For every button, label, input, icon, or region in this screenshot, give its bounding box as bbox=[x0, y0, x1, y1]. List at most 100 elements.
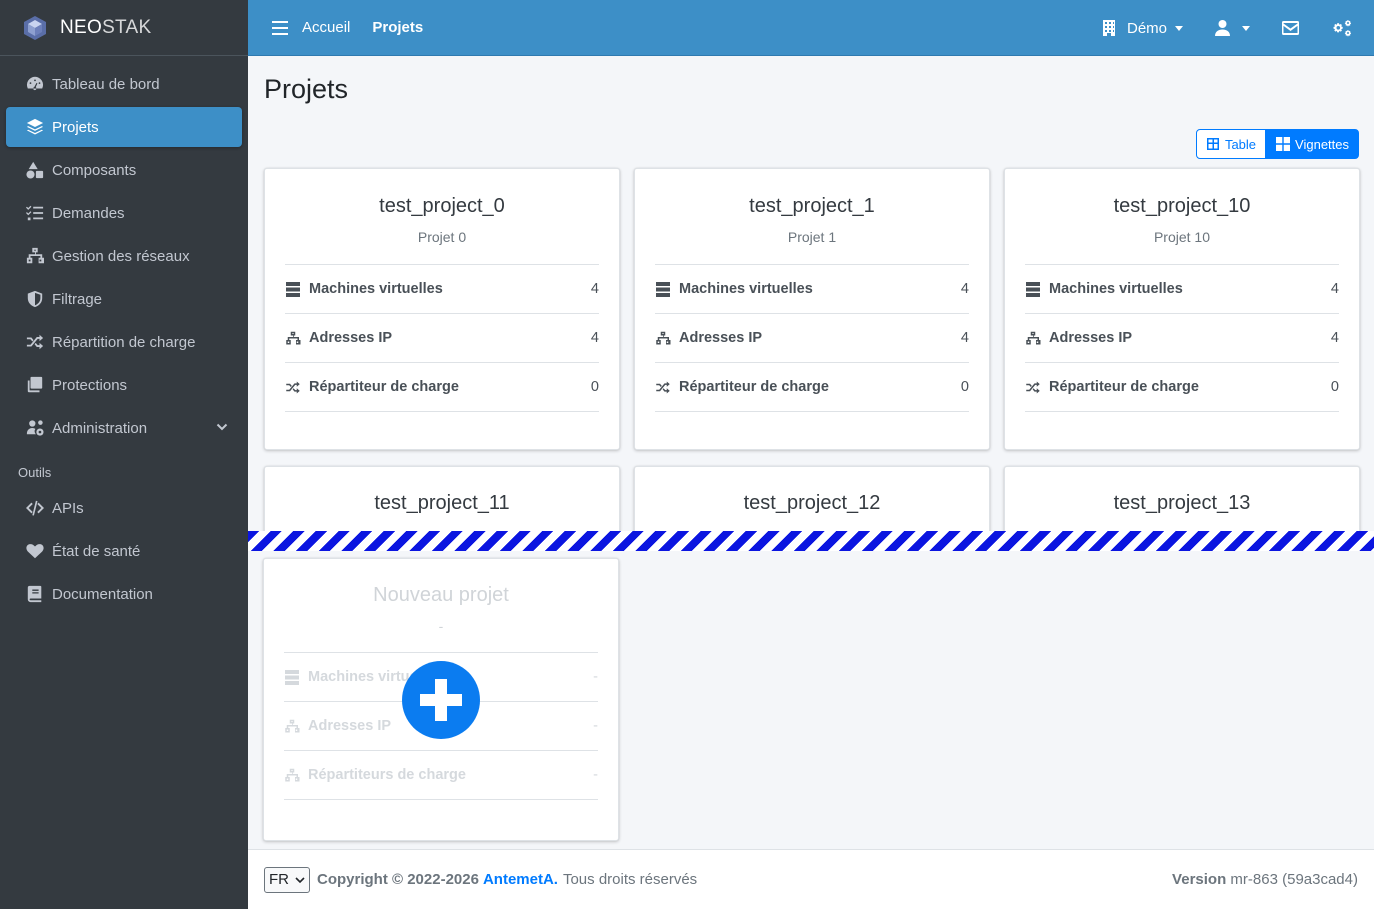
network-icon bbox=[285, 719, 300, 732]
network-icon bbox=[285, 768, 300, 781]
sidebar-item-apis[interactable]: APIs bbox=[6, 488, 242, 528]
sidebar-item-label: État de santé bbox=[52, 542, 141, 560]
stat-label: Répartiteur de charge bbox=[1049, 379, 1199, 395]
stat-label: Adresses IP bbox=[679, 330, 763, 346]
sidebar-item-projects[interactable]: Projets bbox=[6, 107, 242, 147]
table-icon bbox=[1206, 138, 1219, 150]
new-project-description: - bbox=[438, 618, 444, 634]
sidebar-item-components[interactable]: Composants bbox=[6, 150, 242, 190]
logo-cube-icon bbox=[24, 15, 46, 40]
copy-icon bbox=[24, 376, 46, 394]
footer: FR Copyright © 2022-2026 AntemetA. Tous … bbox=[248, 849, 1374, 909]
version-value: mr-863 (59a3cad4) bbox=[1230, 871, 1358, 888]
th-large-icon bbox=[1276, 137, 1291, 151]
new-project-card[interactable]: Nouveau projet - Machines virtuelles - A… bbox=[263, 558, 619, 841]
sidebar-item-load-balancing[interactable]: Répartition de charge bbox=[6, 322, 242, 362]
sidebar-item-label: Demandes bbox=[52, 204, 125, 222]
sidebar-item-label: Tableau de bord bbox=[52, 75, 160, 93]
sidebar-item-label: APIs bbox=[52, 499, 84, 517]
sidebar-item-protections[interactable]: Protections bbox=[6, 365, 242, 405]
chevron-down-icon bbox=[295, 876, 305, 883]
stat-value: 0 bbox=[1330, 379, 1339, 395]
stat-vms: Machines virtuelles 4 bbox=[285, 265, 599, 314]
project-name: test_project_10 bbox=[1113, 195, 1251, 217]
code-icon bbox=[24, 499, 46, 517]
stat-label: Adresses IP bbox=[309, 330, 393, 346]
brand-name: NEOSTAK bbox=[60, 16, 152, 38]
sidebar-item-health[interactable]: État de santé bbox=[6, 531, 242, 571]
project-card[interactable]: test_project_11 bbox=[264, 466, 620, 532]
company-link[interactable]: AntemetA. bbox=[483, 871, 558, 888]
tiles-view-button[interactable]: Vignettes bbox=[1266, 129, 1359, 159]
view-toggle: Table Vignettes bbox=[1195, 129, 1359, 159]
stat-label: Répartiteur de charge bbox=[679, 379, 829, 395]
project-card[interactable]: test_project_13 bbox=[1004, 466, 1360, 532]
random-icon bbox=[24, 333, 46, 351]
user-icon bbox=[1215, 20, 1230, 36]
organization-label: Démo bbox=[1126, 19, 1167, 37]
stat-value: 4 bbox=[1330, 281, 1339, 297]
sidebar-item-label: Répartition de charge bbox=[52, 333, 196, 351]
stat-value: - bbox=[593, 718, 598, 734]
sidebar-item-networks[interactable]: Gestion des réseaux bbox=[6, 236, 242, 276]
main-content: Projets Table Vignettes test_project_0 P… bbox=[248, 56, 1374, 849]
stat-value: 4 bbox=[1330, 330, 1339, 346]
sidebar-item-label: Projets bbox=[52, 118, 99, 136]
stat-label: Répartiteurs de charge bbox=[308, 767, 466, 783]
breadcrumb-current: Projets bbox=[372, 19, 424, 36]
stat-label: Machines virtuelles bbox=[309, 281, 443, 297]
project-card[interactable]: test_project_0 Projet 0 Machines virtuel… bbox=[264, 168, 620, 450]
tachometer-icon bbox=[24, 75, 46, 93]
stat-value: - bbox=[593, 669, 598, 685]
sidebar-item-label: Administration bbox=[52, 419, 148, 437]
table-view-button[interactable]: Table bbox=[1195, 129, 1267, 159]
sidebar-item-label: Documentation bbox=[52, 585, 153, 603]
chevron-down-icon[interactable] bbox=[216, 421, 228, 433]
layers-icon bbox=[24, 118, 46, 136]
topbar: Accueil Projets Démo bbox=[248, 0, 1374, 56]
user-dropdown[interactable] bbox=[1199, 0, 1266, 56]
cogs-icon bbox=[1333, 19, 1351, 36]
new-project-title: Nouveau projet bbox=[373, 584, 509, 606]
stat-load-balancers: Répartiteur de charge 0 bbox=[655, 363, 969, 412]
breadcrumb-home[interactable]: Accueil bbox=[302, 19, 350, 36]
server-icon bbox=[656, 281, 670, 297]
sidebar-item-documentation[interactable]: Documentation bbox=[6, 574, 242, 614]
sidebar-item-filtering[interactable]: Filtrage bbox=[6, 279, 242, 319]
rights-text: Tous droits réservés bbox=[562, 871, 698, 888]
add-project-button[interactable] bbox=[402, 661, 480, 739]
project-description: Projet 1 bbox=[787, 229, 837, 245]
stat-value: 0 bbox=[590, 379, 599, 395]
hamburger-menu-icon[interactable] bbox=[272, 20, 288, 35]
sidebar-item-label: Gestion des réseaux bbox=[52, 247, 190, 265]
sidebar-section-header: Outils bbox=[18, 465, 52, 480]
project-card[interactable]: test_project_12 bbox=[634, 466, 990, 532]
server-icon bbox=[1026, 281, 1040, 297]
project-card[interactable]: test_project_1 Projet 1 Machines virtuel… bbox=[634, 168, 990, 450]
book-icon bbox=[24, 585, 46, 603]
project-stats: Machines virtuelles 4 Adresses IP 4 Répa… bbox=[285, 264, 599, 412]
users-cog-icon bbox=[24, 419, 46, 437]
stat-ips: Adresses IP 4 bbox=[1025, 314, 1339, 363]
project-name: test_project_12 bbox=[743, 492, 881, 514]
server-icon bbox=[285, 669, 299, 685]
sidebar-item-dashboard[interactable]: Tableau de bord bbox=[6, 64, 242, 104]
sidebar-item-requests[interactable]: Demandes bbox=[6, 193, 242, 233]
network-icon bbox=[1026, 331, 1041, 344]
stat-vms: Machines virtuelles 4 bbox=[1025, 265, 1339, 314]
project-card[interactable]: test_project_10 Projet 10 Machines virtu… bbox=[1004, 168, 1360, 450]
stat-load-balancers: Répartiteur de charge 0 bbox=[285, 363, 599, 412]
server-icon bbox=[286, 281, 300, 297]
brand[interactable]: NEOSTAK bbox=[0, 0, 248, 56]
language-select[interactable]: FR bbox=[264, 866, 310, 893]
project-description: Projet 10 bbox=[1153, 229, 1211, 245]
caret-down-icon bbox=[1175, 25, 1183, 31]
messages-button[interactable] bbox=[1266, 0, 1315, 56]
building-icon bbox=[1102, 20, 1115, 36]
stat-load-balancers: Répartiteurs de charge - bbox=[284, 751, 598, 800]
sidebar-item-administration[interactable]: Administration bbox=[6, 408, 242, 448]
organization-dropdown[interactable]: Démo bbox=[1086, 0, 1199, 56]
settings-button[interactable] bbox=[1315, 0, 1374, 56]
stat-label: Adresses IP bbox=[308, 718, 392, 734]
caret-down-icon bbox=[1242, 25, 1250, 31]
